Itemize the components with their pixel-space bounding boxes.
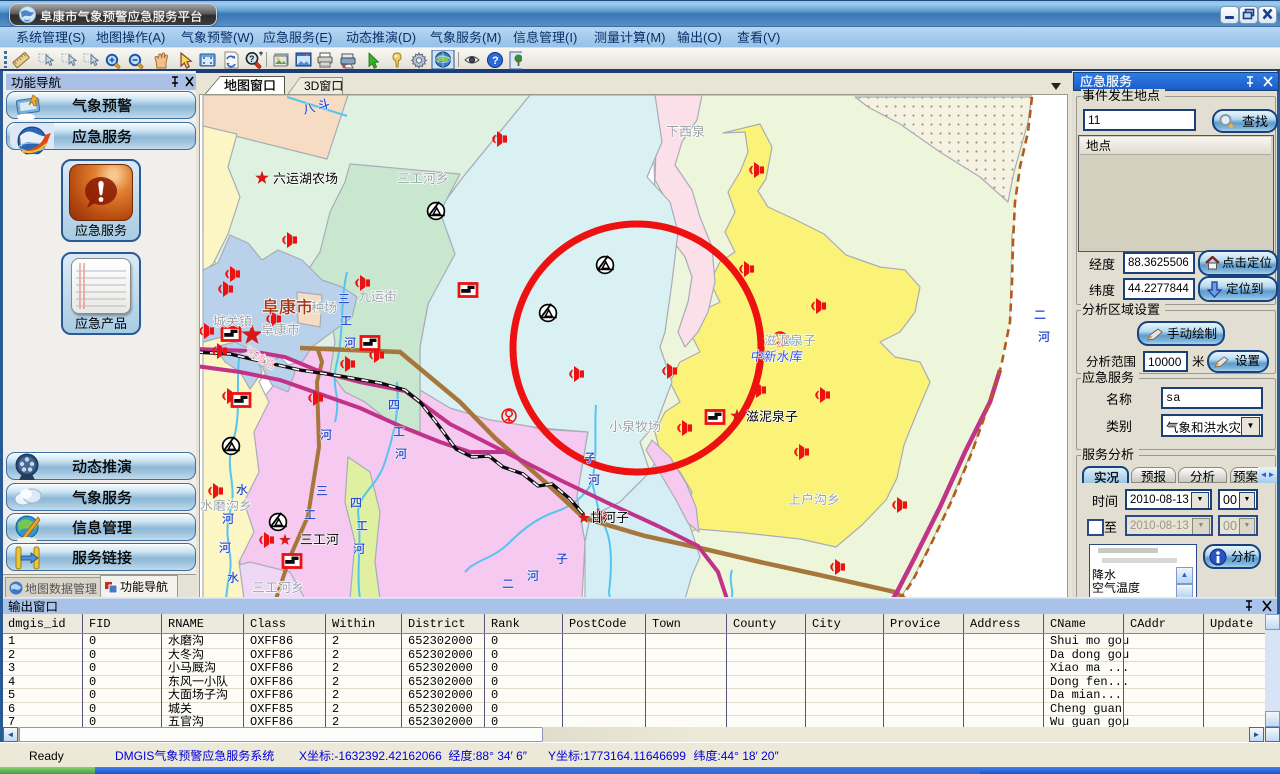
svg-text:Y: Y [548, 749, 556, 763]
svg-text:(D): (D) [398, 30, 416, 45]
svg-text:3D: 3D [304, 79, 320, 93]
svg-text:(E): (E) [315, 30, 332, 45]
svg-text::-1632392.42162066: :-1632392.42162066 [331, 749, 442, 763]
svg-text:(A): (A) [148, 30, 165, 45]
svg-text::1773164.11646699: :1773164.11646699 [580, 749, 686, 763]
svg-text:(M): (M) [646, 30, 666, 45]
svg-text:(M): (M) [482, 30, 502, 45]
svg-text:(O): (O) [703, 30, 722, 45]
svg-text::88° 34′ 6″: :88° 34′ 6″ [472, 749, 527, 763]
svg-text:(W): (W) [233, 30, 254, 45]
svg-text:(S): (S) [68, 30, 85, 45]
svg-text:?: ? [249, 54, 255, 64]
svg-text:DMGIS: DMGIS [115, 749, 154, 763]
svg-text:?: ? [492, 55, 499, 67]
svg-text:X: X [299, 749, 307, 763]
svg-text:(V): (V) [763, 30, 780, 45]
svg-text::44° 18′ 20″: :44° 18′ 20″ [717, 749, 779, 763]
svg-text:(I): (I) [565, 30, 577, 45]
